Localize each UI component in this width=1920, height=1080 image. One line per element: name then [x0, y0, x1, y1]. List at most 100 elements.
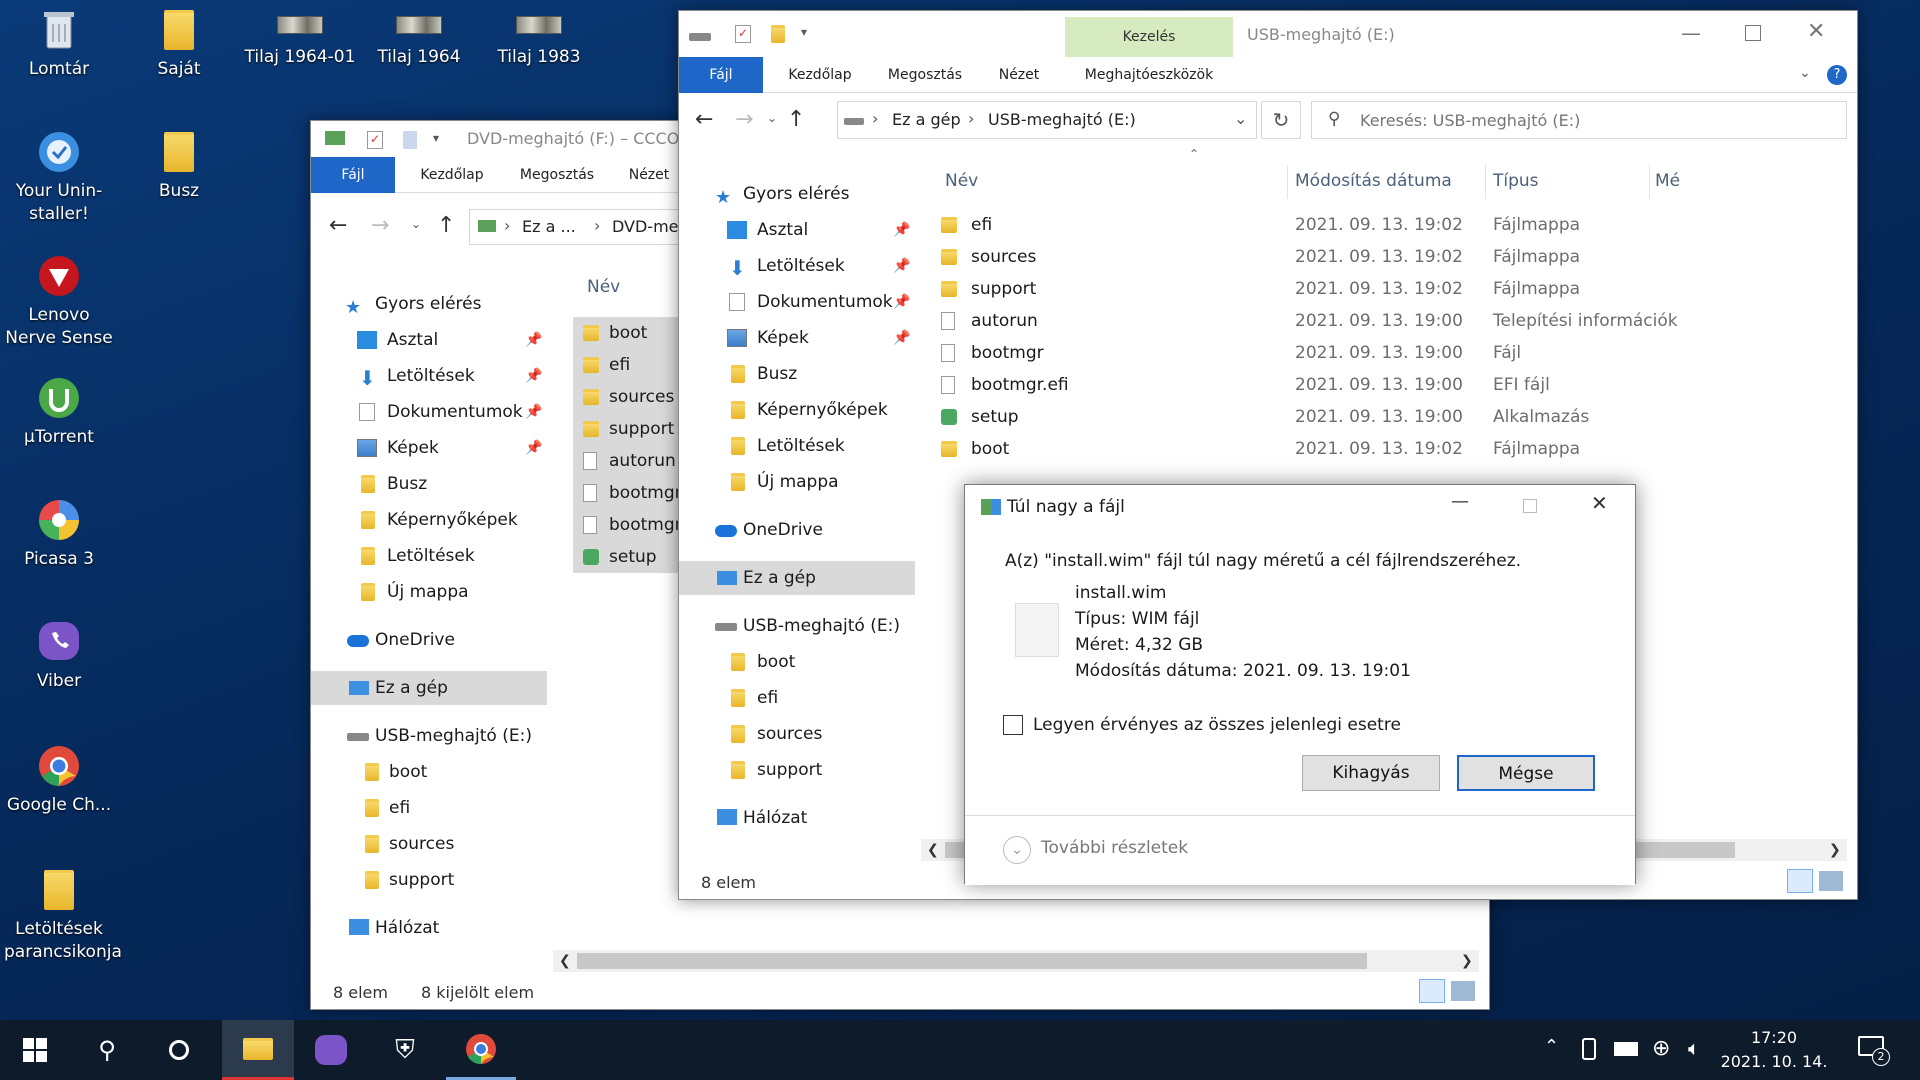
nav-desktop[interactable]: Asztal 📌 — [311, 323, 547, 357]
nav-usb-support[interactable]: support — [679, 753, 915, 787]
tab-share[interactable]: Megosztás — [507, 157, 607, 193]
search-box[interactable]: ⚲ — [1311, 101, 1847, 139]
nav-busz[interactable]: Busz — [679, 357, 915, 391]
tab-drive-tools[interactable]: Meghajtóeszközök — [1065, 57, 1233, 93]
properties-icon[interactable]: ✓ — [367, 131, 383, 149]
pin-icon[interactable]: 📌 — [525, 431, 542, 465]
tab-view[interactable]: Nézet — [987, 57, 1051, 93]
breadcrumb-this-pc[interactable]: Ez a gép — [892, 110, 961, 129]
list-item[interactable]: autorun — [573, 445, 683, 477]
nav-downloads[interactable]: ⬇ Letöltések 📌 — [311, 359, 547, 393]
battery-icon[interactable] — [1614, 1042, 1638, 1056]
front-address-bar[interactable]: › Ez a gép › USB-meghajtó (E:) ⌄ — [837, 101, 1257, 139]
network-globe-icon[interactable]: ⊕ — [1652, 1036, 1670, 1061]
notification-center-button[interactable]: 2 — [1856, 1032, 1890, 1066]
close-icon[interactable]: ✕ — [1807, 19, 1825, 44]
table-row[interactable]: efi 2021. 09. 13. 19:02 Fájlmappa — [929, 209, 1857, 241]
cancel-button[interactable]: Mégse — [1457, 755, 1595, 791]
minimize-icon[interactable]: — — [1681, 21, 1701, 45]
nav-downloads[interactable]: ⬇ Letöltések 📌 — [679, 249, 915, 283]
nav-usb-sources[interactable]: sources — [679, 717, 915, 751]
desktop-icon-chrome[interactable]: Google Ch... — [4, 742, 114, 817]
column-header-size[interactable]: Mé — [1655, 171, 1680, 191]
table-row[interactable]: boot 2021. 09. 13. 19:02 Fájlmappa — [929, 433, 1857, 465]
list-item[interactable]: setup — [573, 541, 683, 573]
desktop-icon-tilaj-1964[interactable]: Tilaj 1964 — [364, 6, 474, 69]
tab-home[interactable]: Kezdőlap — [775, 57, 865, 93]
table-row[interactable]: autorun 2021. 09. 13. 19:00 Telepítési inf… — [929, 305, 1857, 337]
nav-pictures[interactable]: Képek 📌 — [679, 321, 915, 355]
scroll-thumb[interactable] — [577, 953, 1367, 969]
forward-arrow-icon[interactable]: → — [371, 213, 389, 238]
desktop-icon-tilaj-1964-01[interactable]: Tilaj 1964-01 — [244, 6, 356, 69]
device-icon[interactable] — [1582, 1038, 1596, 1060]
breadcrumb-usb[interactable]: USB-meghajtó (E:) — [988, 110, 1136, 129]
nav-usb-sources[interactable]: sources — [311, 827, 547, 861]
breadcrumb-dvd[interactable]: DVD-me — [612, 217, 679, 236]
new-folder-quick-icon[interactable] — [403, 131, 417, 149]
volume-icon[interactable]: 🔈︎ — [1688, 1036, 1700, 1060]
taskbar-security[interactable]: ⛨ — [370, 1020, 440, 1080]
taskbar-file-explorer[interactable] — [222, 1020, 294, 1080]
tab-home[interactable]: Kezdőlap — [407, 157, 497, 193]
pin-icon[interactable]: 📌 — [893, 213, 910, 247]
list-item[interactable]: efi — [573, 349, 683, 381]
desktop-icon-utorrent[interactable]: µTorrent — [4, 374, 114, 449]
list-item[interactable]: support — [573, 413, 683, 445]
desktop-icon-uninstaller[interactable]: Your Unin-staller! — [4, 128, 114, 226]
forward-arrow-icon[interactable]: → — [735, 107, 753, 132]
scroll-left-icon[interactable]: ❮ — [559, 950, 571, 972]
column-header-modified[interactable]: Módosítás dátuma — [1295, 171, 1452, 191]
nav-new-folder[interactable]: Új mappa — [311, 575, 547, 609]
nav-pictures[interactable]: Képek 📌 — [311, 431, 547, 465]
nav-this-pc[interactable]: Ez a gép — [311, 671, 547, 705]
nav-documents[interactable]: Dokumentumok 📌 — [679, 285, 915, 319]
nav-usb-drive[interactable]: USB-meghajtó (E:) — [311, 719, 547, 753]
recent-dropdown-icon[interactable]: ⌄ — [411, 217, 421, 231]
new-folder-quick-icon[interactable] — [771, 25, 785, 43]
more-details-link[interactable]: További részletek — [1041, 838, 1188, 858]
nav-network[interactable]: Hálózat — [679, 801, 915, 835]
nav-downloads-folder[interactable]: Letöltések — [679, 429, 915, 463]
pin-icon[interactable]: 📌 — [893, 321, 910, 355]
table-row[interactable]: bootmgr 2021. 09. 13. 19:00 Fájl — [929, 337, 1857, 369]
large-icons-view-icon[interactable] — [1819, 871, 1843, 891]
nav-busz[interactable]: Busz — [311, 467, 547, 501]
skip-button[interactable]: Kihagyás — [1302, 755, 1440, 791]
ribbon-expand-icon[interactable]: ⌄ — [1799, 65, 1811, 81]
back-horizontal-scrollbar[interactable]: ❮ ❯ — [553, 950, 1479, 972]
pin-icon[interactable]: 📌 — [525, 323, 542, 357]
nav-this-pc[interactable]: Ez a gép — [679, 561, 915, 595]
desktop-icon-viber[interactable]: Viber — [4, 618, 114, 693]
tab-file[interactable]: Fájl — [311, 157, 395, 193]
taskbar-viber[interactable] — [296, 1020, 366, 1080]
scroll-left-icon[interactable]: ❮ — [927, 839, 939, 861]
desktop-icon-lenovo-nerve-sense[interactable]: Lenovo Nerve Sense — [4, 252, 114, 350]
nav-usb-boot[interactable]: boot — [311, 755, 547, 789]
desktop-icon-user-folder[interactable]: Saját — [124, 6, 234, 81]
nav-new-folder[interactable]: Új mappa — [679, 465, 915, 499]
desktop-icon-downloads-shortcut[interactable]: Letöltések parancsikonja — [4, 866, 122, 964]
back-arrow-icon[interactable]: ← — [695, 107, 713, 132]
table-row[interactable]: setup 2021. 09. 13. 19:00 Alkalmazás — [929, 401, 1857, 433]
list-item[interactable]: bootmgr — [573, 477, 683, 509]
pin-icon[interactable]: 📌 — [525, 395, 542, 429]
list-item[interactable]: boot — [573, 317, 683, 349]
table-row[interactable]: sources 2021. 09. 13. 19:02 Fájlmappa — [929, 241, 1857, 273]
nav-usb-boot[interactable]: boot — [679, 645, 915, 679]
search-button[interactable]: ⚲ — [72, 1020, 142, 1080]
table-row[interactable]: bootmgr.efi 2021. 09. 13. 19:00 EFI fájl — [929, 369, 1857, 401]
tab-view[interactable]: Nézet — [617, 157, 681, 193]
nav-desktop[interactable]: Asztal 📌 — [679, 213, 915, 247]
recent-dropdown-icon[interactable]: ⌄ — [767, 111, 777, 125]
minimize-icon[interactable]: — — [1451, 491, 1469, 512]
table-row[interactable]: support 2021. 09. 13. 19:02 Fájlmappa — [929, 273, 1857, 305]
nav-onedrive[interactable]: OneDrive — [679, 513, 915, 547]
up-arrow-icon[interactable]: ↑ — [787, 107, 805, 132]
pin-icon[interactable]: 📌 — [893, 285, 910, 319]
nav-onedrive[interactable]: OneDrive — [311, 623, 547, 657]
close-icon[interactable]: ✕ — [1591, 491, 1608, 515]
details-view-icon[interactable] — [1787, 869, 1813, 893]
desktop-icon-busz[interactable]: Busz — [124, 128, 234, 203]
cortana-button[interactable] — [144, 1020, 214, 1080]
